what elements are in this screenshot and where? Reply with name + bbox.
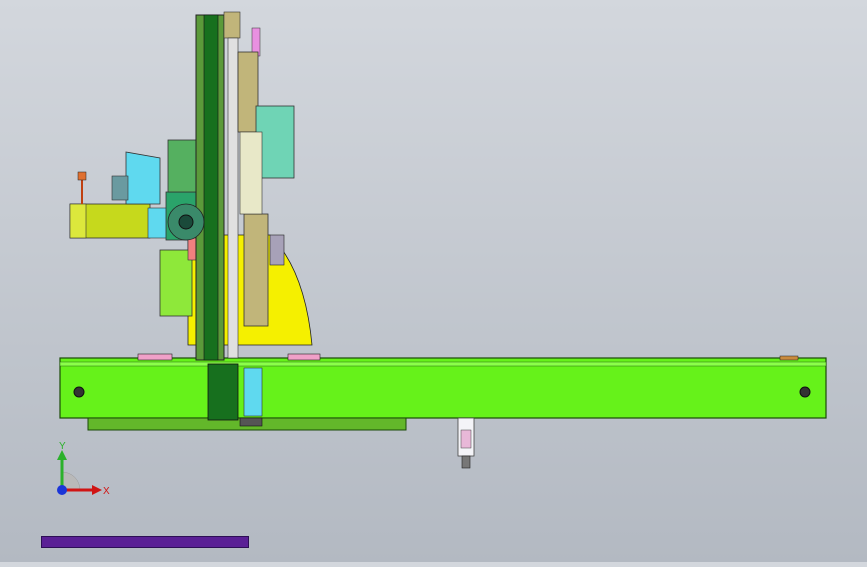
progress-bar [41, 536, 249, 548]
main-beam [59, 357, 827, 419]
motor-coupler [147, 207, 169, 239]
y-axis-label: Y [59, 441, 66, 452]
end-stop [779, 355, 799, 361]
control-box [159, 249, 193, 317]
carriage-upper [237, 51, 259, 133]
pink-pad-right [287, 353, 321, 361]
gantry-model[interactable] [0, 0, 867, 562]
carriage-lower [243, 213, 269, 327]
motor-end-cap [69, 203, 87, 239]
beam-hole-right [799, 386, 811, 398]
cyan-cover [125, 151, 161, 205]
cad-viewport[interactable]: Y X [0, 0, 867, 562]
lower-post [207, 363, 239, 421]
pulley-hub [178, 214, 194, 230]
z-axis-dot-icon [57, 485, 67, 495]
gear-motor-upper [167, 139, 199, 193]
column-top-cap [223, 11, 241, 39]
sensor-block [111, 175, 129, 201]
rod-foot [239, 417, 263, 427]
linear-rail [227, 37, 239, 359]
cylinder-rod [243, 367, 263, 417]
carriage-plate [239, 131, 263, 215]
x-arrow-icon [92, 485, 102, 495]
x-axis-label: X [103, 486, 110, 497]
progress-fill [42, 537, 248, 547]
vertical-column-core [203, 14, 219, 361]
beam-top-rail [59, 361, 827, 367]
pink-pad-left [137, 353, 173, 361]
tool-tip [461, 455, 471, 469]
beam-hole-left [73, 386, 85, 398]
coordinate-triad: Y X [57, 441, 110, 497]
tool-window [460, 429, 472, 449]
gray-bracket [269, 234, 285, 266]
cable-connector [77, 171, 87, 181]
